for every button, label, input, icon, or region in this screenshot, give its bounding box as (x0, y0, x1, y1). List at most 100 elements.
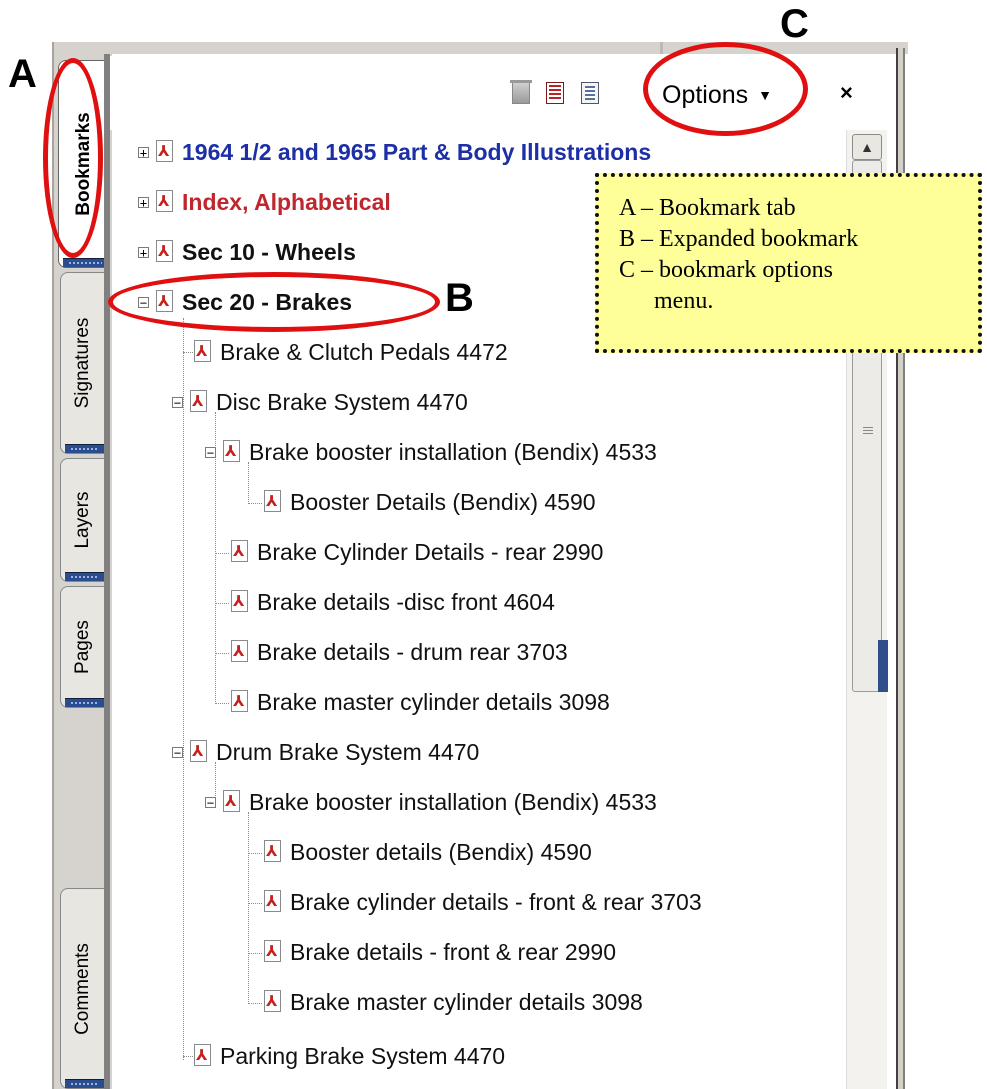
panel-left-border (104, 54, 110, 1089)
bookmark-label: 1964 1/2 and 1965 Part & Body Illustrati… (182, 138, 652, 165)
pdf-bookmark-icon (229, 640, 251, 664)
pdf-bookmark-icon (262, 940, 284, 964)
bookmark-label: Brake booster installation (Bendix) 4533 (249, 788, 657, 815)
expand-toggle-icon[interactable]: + (138, 196, 149, 209)
tree-connector (248, 903, 262, 904)
bookmark-item[interactable]: Brake Cylinder Details - rear 2990 (229, 535, 603, 569)
pdf-bookmark-icon (221, 440, 243, 464)
collapse-toggle-icon[interactable]: − (205, 446, 216, 459)
tree-connector (248, 812, 249, 1004)
bookmark-label: Brake master cylinder details 3098 (290, 988, 643, 1015)
collapse-toggle-icon[interactable]: − (205, 796, 216, 809)
pdf-bookmark-icon (229, 690, 251, 714)
bookmark-item[interactable]: Brake details -disc front 4604 (229, 585, 555, 619)
bookmark-item[interactable]: Brake master cylinder details 3098 (262, 985, 643, 1019)
bookmark-label: Brake Cylinder Details - rear 2990 (257, 538, 604, 565)
bookmark-item[interactable]: Brake master cylinder details 3098 (229, 685, 610, 719)
bookmark-label: Brake & Clutch Pedals 4472 (220, 338, 508, 365)
pdf-bookmark-icon (192, 340, 214, 364)
callout-line-a: A – Bookmark tab (619, 195, 796, 221)
bookmark-label: Brake cylinder details - front & rear 37… (290, 888, 702, 915)
bookmark-label: Brake booster installation (Bendix) 4533 (249, 438, 657, 465)
frame-divider (660, 42, 663, 54)
tab-layers-label: Layers (71, 491, 93, 549)
scroll-up-icon[interactable]: ▲ (852, 134, 882, 160)
pdf-bookmark-icon (154, 240, 176, 264)
tree-connector (248, 1003, 262, 1004)
bookmark-label: Booster details (Bendix) 4590 (290, 838, 592, 865)
bookmark-label: Index, Alphabetical (182, 188, 391, 215)
bookmark-item[interactable]: − Brake booster installation (Bendix) 45… (205, 435, 657, 469)
expand-toggle-icon[interactable]: + (138, 246, 149, 259)
highlight-ellipse-a (43, 58, 103, 258)
tab-signatures[interactable]: Signatures (60, 272, 104, 454)
pdf-bookmark-icon (229, 540, 251, 564)
collapse-toggle-icon[interactable]: − (172, 396, 183, 409)
pdf-bookmark-icon (221, 790, 243, 814)
bookmark-item[interactable]: + Sec 10 - Wheels (138, 235, 356, 269)
pdf-bookmark-icon (262, 990, 284, 1014)
tab-pages[interactable]: Pages (60, 586, 104, 708)
tab-signatures-label: Signatures (71, 317, 93, 409)
pdf-bookmark-icon (154, 140, 176, 164)
tab-grip (65, 1079, 104, 1088)
tab-grip (65, 572, 104, 581)
tree-connector (183, 318, 184, 1060)
tab-comments-label: Comments (71, 942, 93, 1035)
callout-line-b: B – Expanded bookmark (619, 226, 859, 252)
trash-icon[interactable] (510, 80, 532, 104)
highlight-ellipse-b (108, 272, 440, 332)
bookmark-label: Brake master cylinder details 3098 (257, 688, 610, 715)
bookmark-label: Disc Brake System 4470 (216, 388, 468, 415)
annotation-letter-c: C (780, 2, 809, 46)
new-bookmark-icon[interactable] (546, 82, 564, 104)
tab-layers[interactable]: Layers (60, 458, 104, 582)
pdf-bookmark-icon (262, 890, 284, 914)
highlight-ellipse-c (643, 42, 808, 136)
bookmark-label: Brake details - drum rear 3703 (257, 638, 568, 665)
tree-connector (248, 503, 262, 504)
bookmark-item[interactable]: + 1964 1/2 and 1965 Part & Body Illustra… (138, 135, 651, 169)
bookmark-item[interactable]: + Index, Alphabetical (138, 185, 391, 219)
bookmark-label: Brake details -disc front 4604 (257, 588, 555, 615)
tab-grip (65, 698, 104, 707)
pdf-bookmark-icon (262, 840, 284, 864)
close-icon[interactable]: × (840, 80, 853, 106)
bookmark-label: Drum Brake System 4470 (216, 738, 480, 765)
bookmark-item[interactable]: Parking Brake System 4470 (192, 1039, 505, 1073)
tab-grip (63, 258, 108, 267)
bookmark-item[interactable]: − Drum Brake System 4470 (172, 735, 479, 769)
tab-comments[interactable]: Comments (60, 888, 104, 1089)
tree-connector (248, 853, 262, 854)
expand-bookmark-icon[interactable] (581, 82, 599, 104)
callout-line-c: C – bookmark options (619, 257, 833, 283)
expand-toggle-icon[interactable]: + (138, 146, 149, 159)
annotation-callout: A – Bookmark tab B – Expanded bookmark C… (595, 173, 982, 353)
bookmark-item[interactable]: Booster details (Bendix) 4590 (262, 835, 592, 869)
pdf-bookmark-icon (192, 1044, 214, 1068)
bookmark-item[interactable]: − Disc Brake System 4470 (172, 385, 468, 419)
bookmark-item[interactable]: − Brake booster installation (Bendix) 45… (205, 785, 657, 819)
annotation-letter-a: A (8, 52, 37, 96)
tree-connector (215, 653, 229, 654)
tree-connector (215, 603, 229, 604)
tab-grip (65, 444, 104, 453)
bookmark-label: Booster Details (Bendix) 4590 (290, 488, 596, 515)
pdf-bookmark-icon (188, 390, 210, 414)
bookmark-item[interactable]: Brake & Clutch Pedals 4472 (192, 335, 508, 369)
bookmark-item[interactable]: Brake cylinder details - front & rear 37… (262, 885, 702, 919)
annotation-letter-b: B (445, 276, 474, 320)
scrollbar-track-edge (878, 640, 888, 692)
tree-connector (215, 703, 229, 704)
pdf-bookmark-icon (154, 190, 176, 214)
bookmark-item[interactable]: Brake details - drum rear 3703 (229, 635, 568, 669)
collapse-toggle-icon[interactable]: − (172, 746, 183, 759)
bookmark-item[interactable]: Brake details - front & rear 2990 (262, 935, 616, 969)
tree-connector (215, 553, 229, 554)
bookmark-item[interactable]: Booster Details (Bendix) 4590 (262, 485, 596, 519)
tree-connector (248, 953, 262, 954)
bookmark-label: Sec 10 - Wheels (182, 238, 356, 265)
thumb-grip-icon (863, 427, 873, 436)
bookmark-label: Brake details - front & rear 2990 (290, 938, 616, 965)
pdf-bookmark-icon (188, 740, 210, 764)
